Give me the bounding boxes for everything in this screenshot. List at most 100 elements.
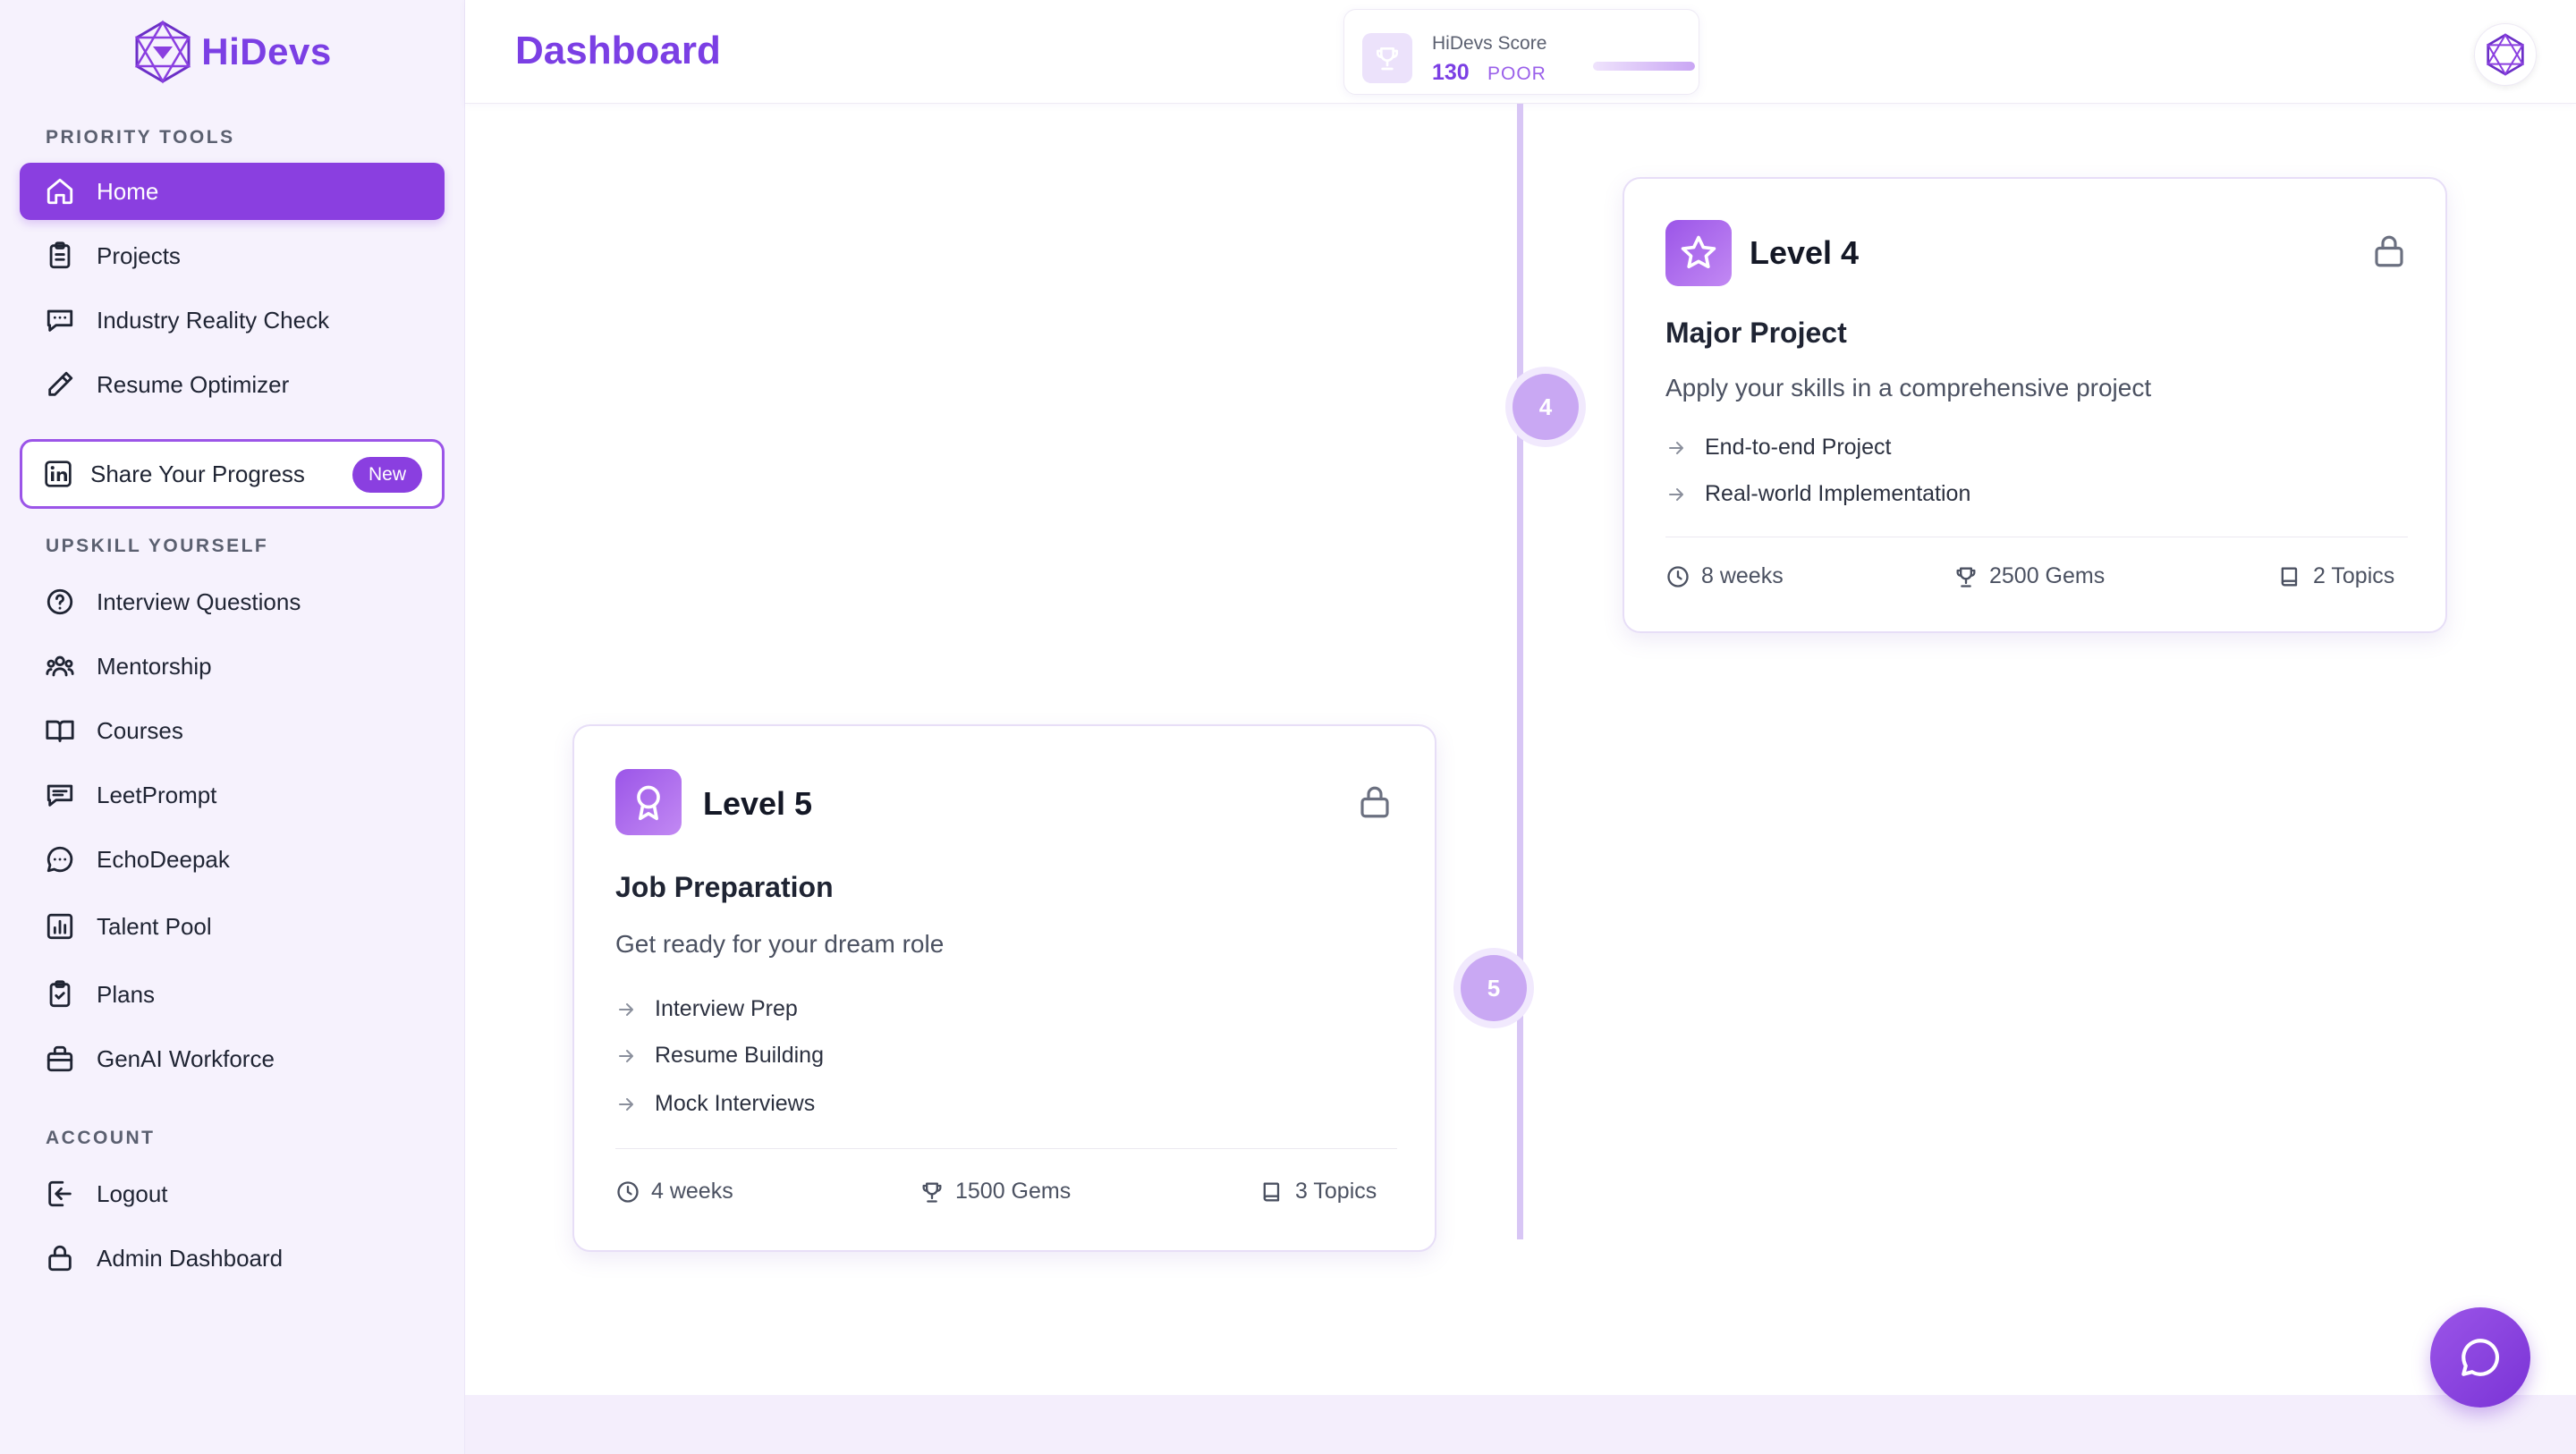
share-your-progress-label: Share Your Progress xyxy=(90,460,305,487)
section-title-account: ACCOUNT xyxy=(46,1128,156,1148)
lock-icon xyxy=(1360,786,1389,818)
top-header: Dashboard HiDevs Score 130 POOR xyxy=(465,0,2576,104)
sidebar-item-projects[interactable]: Projects xyxy=(20,227,445,284)
sidebar-item-label: Courses xyxy=(97,716,183,744)
topics-meta: 2 Topics xyxy=(2277,563,2394,589)
award-icon xyxy=(615,769,682,835)
level-4-card[interactable]: Level 4 Major Project Apply your skills … xyxy=(1623,177,2447,633)
sidebar-item-label: Interview Questions xyxy=(97,588,301,615)
sidebar-item-home[interactable]: Home xyxy=(20,163,445,220)
sidebar-item-leetprompt[interactable]: LeetPrompt xyxy=(20,766,445,824)
sidebar-item-resume-optimizer[interactable]: Resume Optimizer xyxy=(20,356,445,413)
feature-item: Resume Building xyxy=(615,1043,824,1069)
trophy-icon xyxy=(1956,567,1976,588)
hidevs-logo-icon xyxy=(2486,33,2525,76)
sidebar-item-genai-workforce[interactable]: GenAI Workforce xyxy=(20,1030,445,1087)
sidebar-item-industry-reality-check[interactable]: Industry Reality Check xyxy=(20,292,445,349)
hidevs-score-widget[interactable]: HiDevs Score 130 POOR xyxy=(1343,9,1699,95)
home-icon xyxy=(47,178,73,205)
book-open-icon xyxy=(46,720,74,742)
clipboard-check-icon xyxy=(49,980,71,1008)
score-value: 130 xyxy=(1432,60,1470,85)
chat-bubble-icon xyxy=(47,846,73,873)
footer-bar xyxy=(465,1395,2576,1454)
duration-meta: 8 weeks xyxy=(1665,563,1784,589)
chat-button[interactable] xyxy=(2430,1307,2530,1408)
arrow-right-icon xyxy=(619,1002,633,1016)
sidebar-item-talent-pool[interactable]: Talent Pool xyxy=(20,898,445,955)
message-lines-icon xyxy=(47,784,73,807)
sidebar-item-label: Home xyxy=(97,177,159,205)
trophy-icon xyxy=(922,1182,942,1203)
card-heading: Job Preparation xyxy=(615,871,834,903)
level-title: Level 4 xyxy=(1750,234,1860,271)
new-badge: New xyxy=(352,457,422,493)
sidebar-item-courses[interactable]: Courses xyxy=(20,702,445,759)
sidebar-item-label: Projects xyxy=(97,241,181,269)
sidebar-item-logout[interactable]: Logout xyxy=(20,1165,445,1222)
score-label: HiDevs Score xyxy=(1432,33,1547,54)
sidebar-item-mentorship[interactable]: Mentorship xyxy=(20,638,445,695)
score-status: POOR xyxy=(1487,63,1546,84)
avatar[interactable] xyxy=(2474,23,2537,86)
arrow-right-icon xyxy=(1669,441,1683,454)
sidebar: HiDevs PRIORITY TOOLS Home Projects Indu… xyxy=(0,0,465,1454)
feature-item: Real-world Implementation xyxy=(1665,481,1970,507)
score-progress-fill xyxy=(1593,62,1695,71)
brand-name: HiDevs xyxy=(201,30,332,72)
feature-item: End-to-end Project xyxy=(1665,435,1891,461)
lock-icon xyxy=(48,1245,72,1272)
briefcase-icon xyxy=(47,1045,73,1072)
sidebar-item-interview-questions[interactable]: Interview Questions xyxy=(20,573,445,630)
timeline-line xyxy=(1517,104,1523,1239)
book-icon xyxy=(2281,567,2298,586)
feature-item: Mock Interviews xyxy=(615,1091,815,1117)
linkedin-icon xyxy=(45,461,72,487)
card-description: Get ready for your dream role xyxy=(615,930,945,958)
sidebar-item-label: EchoDeepak xyxy=(97,845,230,873)
arrow-right-icon xyxy=(619,1097,633,1111)
sidebar-item-label: Mentorship xyxy=(97,652,212,680)
logout-icon xyxy=(48,1180,72,1207)
card-heading: Major Project xyxy=(1665,317,1847,349)
bar-chart-icon xyxy=(47,913,73,940)
trophy-icon xyxy=(1362,33,1412,83)
hidevs-logo-icon xyxy=(135,20,191,84)
chat-icon xyxy=(2462,1339,2499,1376)
sidebar-item-label: Industry Reality Check xyxy=(97,306,330,334)
score-progress-bar xyxy=(1593,62,1695,71)
star-icon xyxy=(1665,220,1732,286)
help-circle-icon xyxy=(47,588,73,615)
share-your-progress-button[interactable]: Share Your Progress New xyxy=(20,439,445,509)
card-divider xyxy=(615,1148,1397,1149)
pencil-icon xyxy=(48,371,73,396)
sidebar-item-echodeepak[interactable]: EchoDeepak xyxy=(20,831,445,888)
level-5-card[interactable]: Level 5 Job Preparation Get ready for yo… xyxy=(572,724,1436,1252)
section-title-upskill-yourself: UPSKILL YOURSELF xyxy=(46,536,269,556)
users-icon xyxy=(46,655,74,677)
sidebar-item-label: Resume Optimizer xyxy=(97,370,290,398)
timeline-dot-4: 4 xyxy=(1513,374,1579,440)
brand-logo[interactable]: HiDevs xyxy=(0,0,465,104)
arrow-right-icon xyxy=(1669,487,1683,501)
topics-meta: 3 Topics xyxy=(1259,1179,1377,1205)
sidebar-item-admin-dashboard[interactable]: Admin Dashboard xyxy=(20,1230,445,1287)
timeline-dot-5: 5 xyxy=(1461,955,1527,1021)
lock-icon xyxy=(2375,235,2403,267)
sidebar-item-label: Plans xyxy=(97,980,156,1008)
sidebar-item-label: Admin Dashboard xyxy=(97,1244,284,1272)
sidebar-item-label: Talent Pool xyxy=(97,912,212,940)
gems-meta: 2500 Gems xyxy=(1953,563,2105,589)
sidebar-item-plans[interactable]: Plans xyxy=(20,966,445,1023)
book-icon xyxy=(1263,1182,1280,1201)
message-square-icon xyxy=(47,309,73,332)
level-title: Level 5 xyxy=(703,785,813,822)
sidebar-item-label: GenAI Workforce xyxy=(97,1044,275,1072)
clock-icon xyxy=(1667,565,1689,588)
gems-meta: 1500 Gems xyxy=(919,1179,1071,1205)
page-title: Dashboard xyxy=(515,29,721,72)
sidebar-item-label: LeetPrompt xyxy=(97,781,217,808)
card-description: Apply your skills in a comprehensive pro… xyxy=(1665,374,2152,402)
clock-icon xyxy=(617,1180,639,1203)
clipboard-icon xyxy=(49,241,71,269)
